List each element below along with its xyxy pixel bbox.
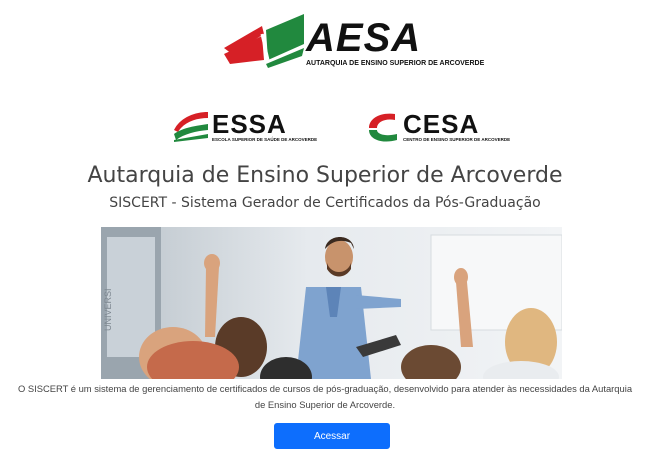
classroom-photo: UNIVERSI: [101, 227, 562, 379]
cesa-logo-text: CESA: [403, 109, 480, 139]
system-description: O SISCERT é um sistema de gerenciamento …: [17, 383, 633, 410]
aesa-book-emblem-icon: [224, 14, 304, 68]
aesa-logo-text: AESA: [306, 16, 422, 60]
essa-logo-tagline: ESCOLA SUPERIOR DE SAÚDE DE ARCOVERDE: [212, 137, 318, 142]
aesa-logo: AESA AUTARQUIA DE ENSINO SUPERIOR DE ARC…: [222, 14, 484, 74]
classroom-illustration: UNIVERSI: [101, 227, 562, 379]
cesa-emblem-icon: [369, 113, 397, 142]
essa-logo: ESSA ESCOLA SUPERIOR DE SAÚDE DE ARCOVER…: [172, 109, 317, 144]
aesa-logo-tagline: AUTARQUIA DE ENSINO SUPERIOR DE ARCOVERD…: [306, 60, 485, 67]
wall-sign-text: UNIVERSI: [103, 288, 113, 331]
page-subtitle: SISCERT - Sistema Gerador de Certificado…: [109, 195, 541, 211]
access-button[interactable]: Acessar: [274, 423, 390, 449]
cesa-logo-tagline: CENTRO DE ENSINO SUPERIOR DE ARCOVERDE: [403, 137, 511, 142]
cesa-logo: CESA CENTRO DE ENSINO SUPERIOR DE ARCOVE…: [365, 109, 510, 144]
essa-emblem-icon: [174, 112, 208, 142]
essa-logo-text: ESSA: [212, 109, 287, 139]
page-title: Autarquia de Ensino Superior de Arcoverd…: [87, 163, 563, 188]
